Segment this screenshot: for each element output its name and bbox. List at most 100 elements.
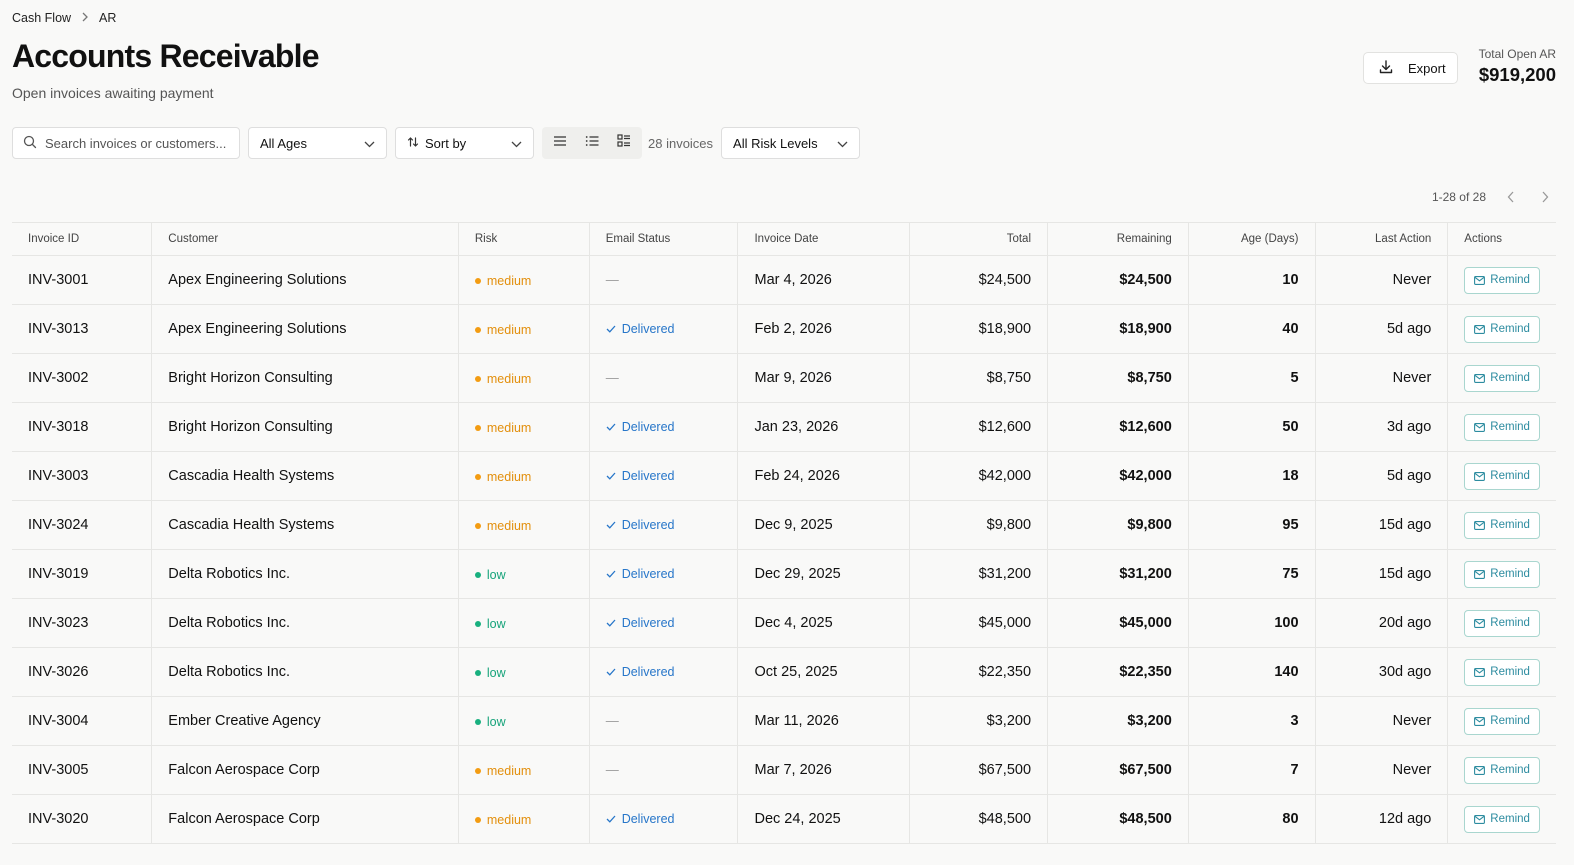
risk-cell: medium	[458, 255, 590, 305]
column-header: Actions	[1447, 222, 1556, 256]
invoice-date: Dec 24, 2025	[737, 794, 911, 844]
last-action: 15d ago	[1315, 500, 1449, 550]
mail-icon	[1474, 667, 1486, 677]
email-status-text: Delivered	[621, 567, 675, 581]
email-status-text: Delivered	[621, 322, 675, 336]
invoice-id[interactable]: INV-3001	[12, 255, 153, 305]
invoice-id[interactable]: INV-3003	[12, 451, 153, 501]
table-row[interactable]: INV-3018 Bright Horizon Consulting medium D…	[12, 402, 1556, 452]
column-header[interactable]: Total	[909, 222, 1049, 256]
chevron-down-icon	[364, 136, 375, 151]
email-status-cell: Delivered	[589, 647, 739, 697]
remind-button[interactable]: Remind	[1464, 315, 1540, 343]
search-box	[12, 127, 240, 159]
remind-button[interactable]: Remind	[1464, 658, 1540, 686]
remind-button[interactable]: Remind	[1464, 364, 1540, 392]
table-row[interactable]: INV-3019 Delta Robotics Inc. low Delivered D…	[12, 549, 1556, 599]
sort-select[interactable]: Sort by	[395, 127, 534, 159]
remind-button[interactable]: Remind	[1464, 609, 1540, 637]
customer-name: Ember Creative Agency	[151, 696, 459, 746]
invoice-total: $67,500	[909, 745, 1049, 795]
invoice-id[interactable]: INV-3004	[12, 696, 153, 746]
invoice-remaining: $22,350	[1047, 647, 1189, 697]
invoice-id[interactable]: INV-3020	[12, 794, 153, 844]
risk-cell: medium	[458, 304, 590, 354]
risk-badge: medium	[474, 323, 531, 337]
pagination-range: 1-28 of 28	[1431, 190, 1486, 204]
invoice-remaining: $9,800	[1047, 500, 1189, 550]
export-button[interactable]: Export	[1363, 52, 1458, 84]
risk-cell: low	[458, 647, 590, 697]
column-header[interactable]: Invoice Date	[737, 222, 911, 256]
email-status-cell: Delivered	[589, 451, 739, 501]
customer-name: Delta Robotics Inc.	[151, 549, 459, 599]
invoice-remaining: $48,500	[1047, 794, 1189, 844]
invoice-id[interactable]: INV-3005	[12, 745, 153, 795]
view-list-button[interactable]	[576, 129, 608, 157]
invoice-id[interactable]: INV-3019	[12, 549, 153, 599]
invoice-total: $18,900	[909, 304, 1049, 354]
remind-button[interactable]: Remind	[1464, 462, 1540, 490]
invoice-id[interactable]: INV-3024	[12, 500, 153, 550]
actions-cell: Remind	[1447, 353, 1556, 403]
table-row[interactable]: INV-3001 Apex Engineering Solutions medium…	[12, 255, 1556, 305]
risk-cell: medium	[458, 500, 590, 550]
column-header[interactable]: Email Status	[589, 222, 739, 256]
table-body: INV-3001 Apex Engineering Solutions medium…	[12, 255, 1556, 844]
invoice-remaining: $18,900	[1047, 304, 1189, 354]
remind-button[interactable]: Remind	[1464, 266, 1540, 294]
column-header[interactable]: Customer	[151, 222, 459, 256]
remind-button[interactable]: Remind	[1464, 511, 1540, 539]
email-status-none: —	[605, 370, 619, 385]
risk-filter-select[interactable]: All Risk Levels	[721, 127, 861, 159]
remind-button[interactable]: Remind	[1464, 560, 1540, 588]
invoice-id[interactable]: INV-3018	[12, 402, 153, 452]
risk-badge: low	[474, 617, 506, 631]
breadcrumb-item-cash-flow[interactable]: Cash Flow	[12, 11, 71, 25]
remind-button[interactable]: Remind	[1464, 805, 1540, 833]
column-header[interactable]: Invoice ID	[12, 222, 153, 256]
invoice-id[interactable]: INV-3013	[12, 304, 153, 354]
risk-dot-icon	[474, 474, 481, 480]
table-row[interactable]: INV-3026 Delta Robotics Inc. low Delivered O…	[12, 647, 1556, 697]
breadcrumb-item-ar[interactable]: AR	[99, 11, 116, 25]
remind-button[interactable]: Remind	[1464, 413, 1540, 441]
mail-icon	[1474, 520, 1486, 530]
table-row[interactable]: INV-3002 Bright Horizon Consulting medium —…	[12, 353, 1556, 403]
invoice-remaining: $3,200	[1047, 696, 1189, 746]
column-header[interactable]: Risk	[458, 222, 590, 256]
table-row[interactable]: INV-3004 Ember Creative Agency low — Mar 11,…	[12, 696, 1556, 746]
age-filter-select[interactable]: All Ages	[248, 127, 387, 159]
column-header[interactable]: Last Action	[1315, 222, 1449, 256]
email-status-text: Delivered	[621, 812, 675, 826]
table-row[interactable]: INV-3020 Falcon Aerospace Corp medium Deliv…	[12, 794, 1556, 844]
invoice-date: Dec 4, 2025	[737, 598, 911, 648]
table-row[interactable]: INV-3003 Cascadia Health Systems medium Del…	[12, 451, 1556, 501]
invoice-id[interactable]: INV-3026	[12, 647, 153, 697]
check-icon	[606, 521, 616, 529]
next-page-button[interactable]	[1536, 188, 1554, 206]
last-action: 3d ago	[1315, 402, 1449, 452]
column-header[interactable]: Age (Days)	[1188, 222, 1316, 256]
sort-label: Sort by	[425, 135, 467, 151]
previous-page-button[interactable]	[1502, 188, 1520, 206]
invoice-id[interactable]: INV-3002	[12, 353, 153, 403]
risk-filter-value: All Risk Levels	[733, 135, 818, 151]
remind-button[interactable]: Remind	[1464, 756, 1540, 784]
email-status-cell: Delivered	[589, 304, 739, 354]
table-row[interactable]: INV-3013 Apex Engineering Solutions medium…	[12, 304, 1556, 354]
remind-label: Remind	[1490, 813, 1530, 825]
invoice-remaining: $31,200	[1047, 549, 1189, 599]
table-row[interactable]: INV-3023 Delta Robotics Inc. low Delivered D…	[12, 598, 1556, 648]
risk-label: medium	[486, 764, 532, 778]
search-input[interactable]	[45, 135, 230, 151]
table-row[interactable]: INV-3024 Cascadia Health Systems medium Del…	[12, 500, 1556, 550]
table-row[interactable]: INV-3005 Falcon Aerospace Corp medium — Mar …	[12, 745, 1556, 795]
column-header[interactable]: Remaining	[1047, 222, 1189, 256]
risk-cell: low	[458, 598, 590, 648]
email-status-cell: —	[589, 696, 739, 746]
invoice-id[interactable]: INV-3023	[12, 598, 153, 648]
view-compact-button[interactable]	[544, 129, 576, 157]
remind-button[interactable]: Remind	[1464, 707, 1540, 735]
view-grouped-button[interactable]	[608, 129, 640, 157]
